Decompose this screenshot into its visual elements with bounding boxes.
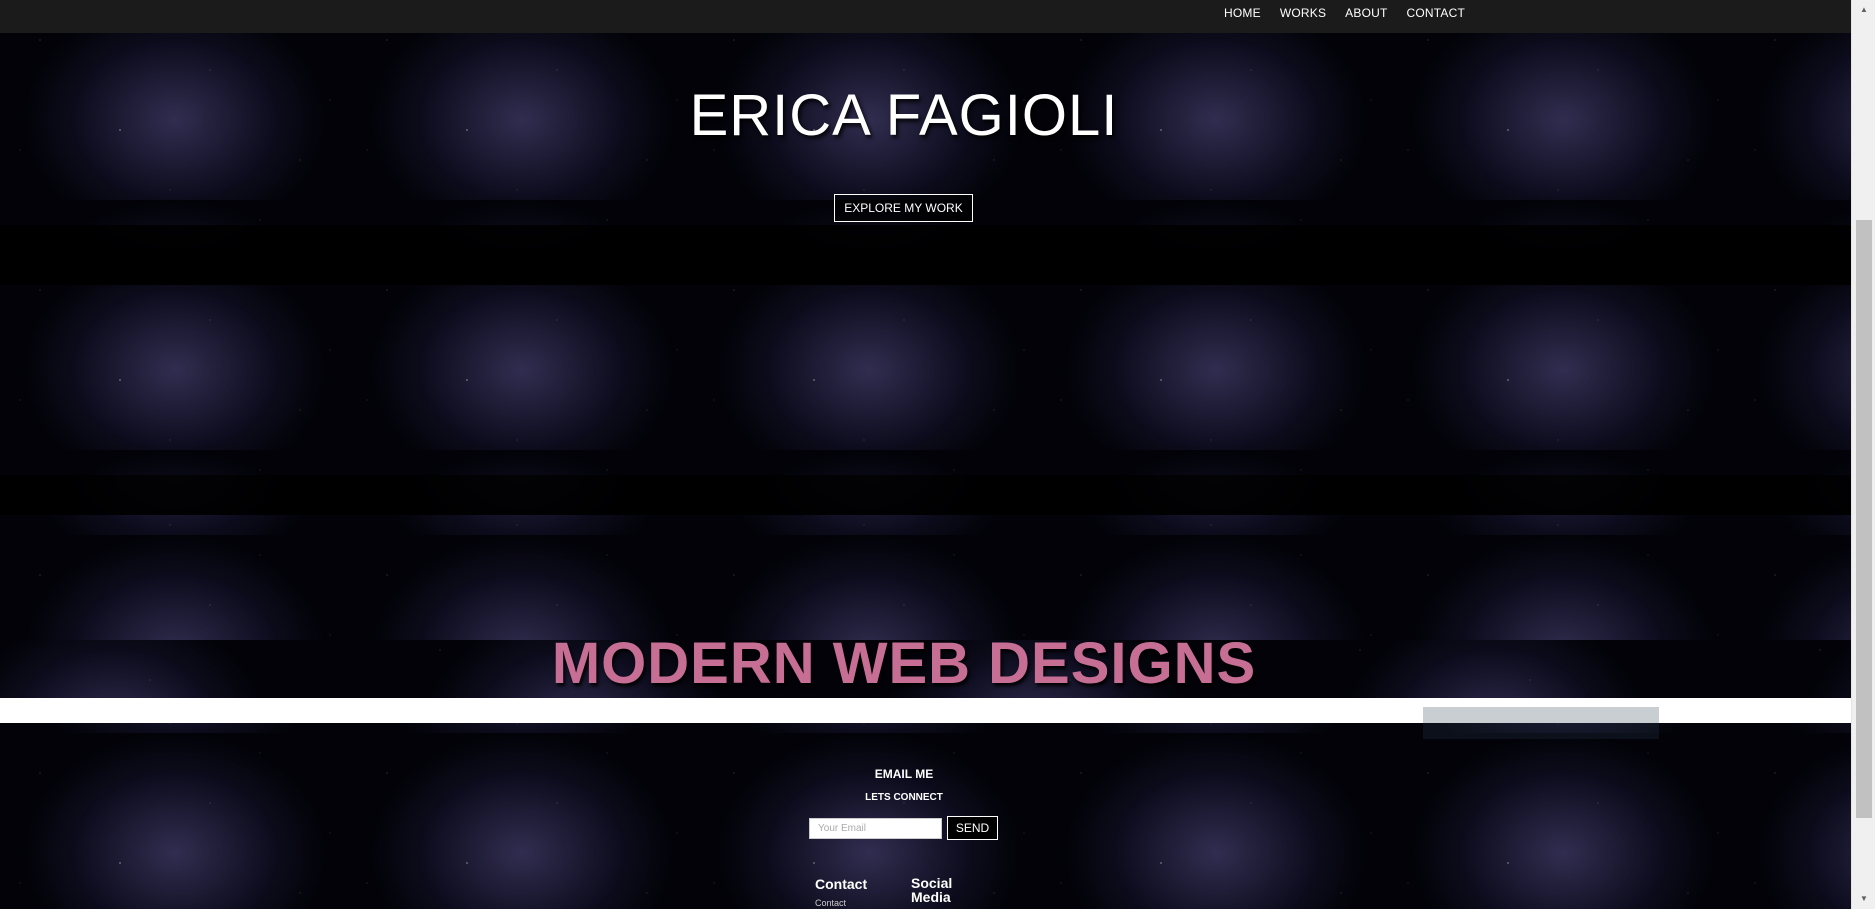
nav-about-link[interactable]: ABOUT xyxy=(1345,6,1387,20)
scrollbar-thumb[interactable] xyxy=(1856,220,1872,818)
section-title: MODERN WEB DESIGNS xyxy=(551,631,1257,696)
nav-works-link[interactable]: WORKS xyxy=(1280,6,1326,20)
dark-band xyxy=(0,475,1851,515)
vertical-scrollbar[interactable]: ▲ ▼ xyxy=(1851,0,1875,909)
dark-band xyxy=(0,225,1851,285)
connect-subheading: LETS CONNECT xyxy=(865,792,943,803)
top-navbar: HOME WORKS ABOUT CONTACT xyxy=(0,0,1851,33)
footer-contact-link[interactable]: Contact xyxy=(815,898,846,908)
scroll-up-arrow-icon[interactable]: ▲ xyxy=(1852,2,1875,18)
faded-overlay-widget xyxy=(1423,707,1659,739)
explore-my-work-button[interactable]: EXPLORE MY WORK xyxy=(834,194,973,222)
email-input[interactable] xyxy=(809,818,942,839)
send-button[interactable]: SEND xyxy=(947,816,998,840)
footer-contact-heading: Contact xyxy=(815,876,868,892)
nav-contact-link[interactable]: CONTACT xyxy=(1407,6,1466,20)
email-heading: EMAIL ME xyxy=(874,767,934,781)
nav-links: HOME WORKS ABOUT CONTACT xyxy=(1224,6,1465,20)
footer-social-heading: Social Media xyxy=(911,875,953,905)
scroll-down-arrow-icon[interactable]: ▼ xyxy=(1852,891,1875,907)
nav-home-link[interactable]: HOME xyxy=(1224,6,1261,20)
hero-title: ERICA FAGIOLI xyxy=(689,83,1119,148)
page: HOME WORKS ABOUT CONTACT ERICA FAGIOLI E… xyxy=(0,0,1875,909)
